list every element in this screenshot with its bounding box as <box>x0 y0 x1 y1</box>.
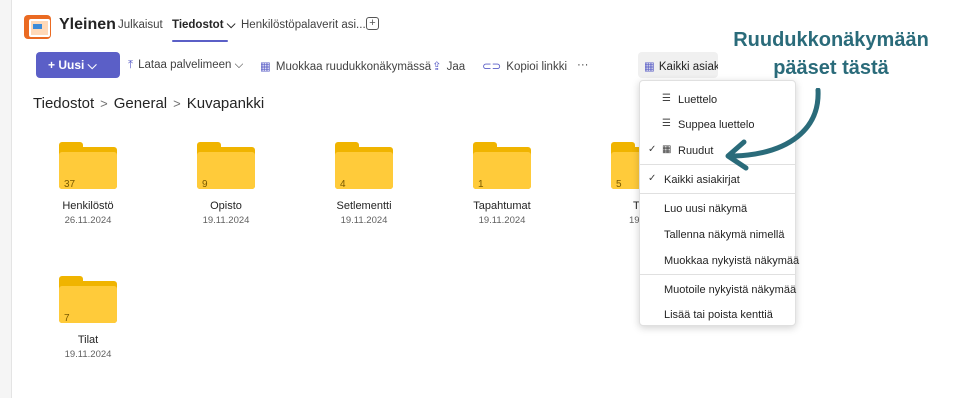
folder-name: Opisto <box>210 200 242 212</box>
team-logo-icon <box>24 15 51 39</box>
compact-list-icon: ☰ <box>662 118 671 129</box>
copy-link-label: Kopioi linkki <box>506 61 568 73</box>
menu-item-luo-uusi-nakyma[interactable]: Luo uusi näkymä <box>640 196 795 220</box>
folder-date: 19.11.2024 <box>478 215 526 226</box>
add-tab-button[interactable]: + <box>366 17 379 30</box>
folder-icon: 7 <box>59 276 117 324</box>
upload-button[interactable]: ⤒ Lataa palvelimeen ⌵ <box>128 59 243 72</box>
folder-tile-henkilosto[interactable]: 37 Henkilöstö 26.11.2024 <box>59 134 199 254</box>
link-icon: ⊂⊃ <box>482 61 502 73</box>
menu-item-muokkaa-nakymaa[interactable]: Muokkaa nykyistä näkymää <box>640 248 799 272</box>
app-left-edge <box>0 0 12 398</box>
folder-icon: 9 <box>197 142 255 190</box>
annotation-line-1: Ruudukkonäkymään <box>733 29 929 51</box>
folder-name: Tilat <box>77 334 99 346</box>
folder-item-count: 7 <box>64 313 70 324</box>
copy-link-button[interactable]: ⊂⊃ Kopioi linkki <box>482 59 567 73</box>
folder-item-count: 1 <box>478 179 484 190</box>
folder-name: Tapahtumat <box>473 200 531 212</box>
annotation-callout: Ruudukkonäkymään pääset tästä <box>708 26 954 82</box>
folder-tile-tilat[interactable]: 7 Tilat 19.11.2024 <box>59 268 199 388</box>
share-label: Jaa <box>446 61 466 73</box>
menu-divider <box>640 274 795 275</box>
folder-icon: 5 <box>611 142 639 190</box>
share-icon: ⇪ <box>432 61 442 73</box>
annotation-line-2: pääset tästä <box>773 57 889 79</box>
new-button[interactable]: + Uusi ⌵ <box>36 52 120 78</box>
team-name: Yleinen <box>59 16 116 33</box>
folder-icon: 4 <box>335 142 393 190</box>
tab-julkaisut[interactable]: Julkaisut <box>118 19 163 31</box>
folder-item-count: 4 <box>340 179 346 190</box>
folder-date: 19.11.2024 <box>64 349 112 360</box>
folder-item-count: 37 <box>64 179 76 190</box>
folder-date: 19.11.2024 <box>340 215 388 226</box>
folder-item-count: 5 <box>616 179 622 190</box>
folder-date: 26.11.2024 <box>64 215 112 226</box>
menu-divider <box>640 193 795 194</box>
share-button[interactable]: ⇪ Jaa <box>432 59 465 73</box>
folder-icon: 37 <box>59 142 117 190</box>
view-switcher-button[interactable]: ▦Kaikki asiakirjat <box>638 52 718 78</box>
folder-icon: 1 <box>473 142 531 190</box>
check-icon: ✓ <box>648 173 657 184</box>
folder-tile-opisto[interactable]: 9 Opisto 19.11.2024 <box>197 134 337 254</box>
folder-tile-tapahtumat[interactable]: 1 Tapahtumat 19.11.2024 <box>473 134 613 254</box>
folder-tile-partial[interactable]: 5 T 19 <box>611 134 639 254</box>
list-icon: ☰ <box>662 93 671 104</box>
menu-item-tallenna-nakyma[interactable]: Tallenna näkymä nimellä <box>640 222 795 246</box>
upload-icon: ⤒ <box>128 59 134 71</box>
tab-tiedostot[interactable]: Tiedostot ⌵ <box>172 19 235 32</box>
folder-tile-setlementti[interactable]: 4 Setlementti 19.11.2024 <box>335 134 475 254</box>
check-icon: ✓ <box>648 144 657 155</box>
folder-item-count: 9 <box>202 179 208 190</box>
breadcrumb-separator: > <box>100 96 108 111</box>
menu-item-muotoile-nakymaa[interactable]: Muotoile nykyistä näkymää <box>640 277 796 301</box>
menu-item-lisaa-poista-kenttia[interactable]: Lisää tai poista kenttiä <box>640 302 795 326</box>
folder-name: Henkilöstö <box>62 200 114 212</box>
tab-henkilostopalaverit[interactable]: Henkilöstöpalaverit asi... <box>241 19 366 31</box>
active-tab-indicator <box>172 40 228 42</box>
breadcrumb-item-kuvapankki: Kuvapankki <box>186 95 265 112</box>
more-options-button[interactable]: ··· <box>577 59 589 71</box>
grid-icon: ▦ <box>260 61 271 73</box>
folder-name: Setlementti <box>336 200 392 212</box>
breadcrumb: Tiedostot > General > Kuvapankki <box>33 95 264 112</box>
upload-label: Lataa palvelimeen ⌵ <box>138 59 244 71</box>
breadcrumb-item-general[interactable]: General <box>114 95 167 112</box>
tiles-icon: ▦ <box>662 144 672 155</box>
breadcrumb-separator: > <box>173 96 181 111</box>
tiles-icon: ▦ <box>644 61 655 73</box>
folder-date: 19.11.2024 <box>202 215 250 226</box>
annotation-arrow-icon <box>725 88 821 171</box>
folder-date: 19 <box>629 215 639 226</box>
breadcrumb-item-tiedostot[interactable]: Tiedostot <box>33 95 94 112</box>
edit-grid-button[interactable]: ▦ Muokkaa ruudukkonäkymässä <box>260 59 431 73</box>
edit-grid-label: Muokkaa ruudukkonäkymässä <box>275 61 432 73</box>
